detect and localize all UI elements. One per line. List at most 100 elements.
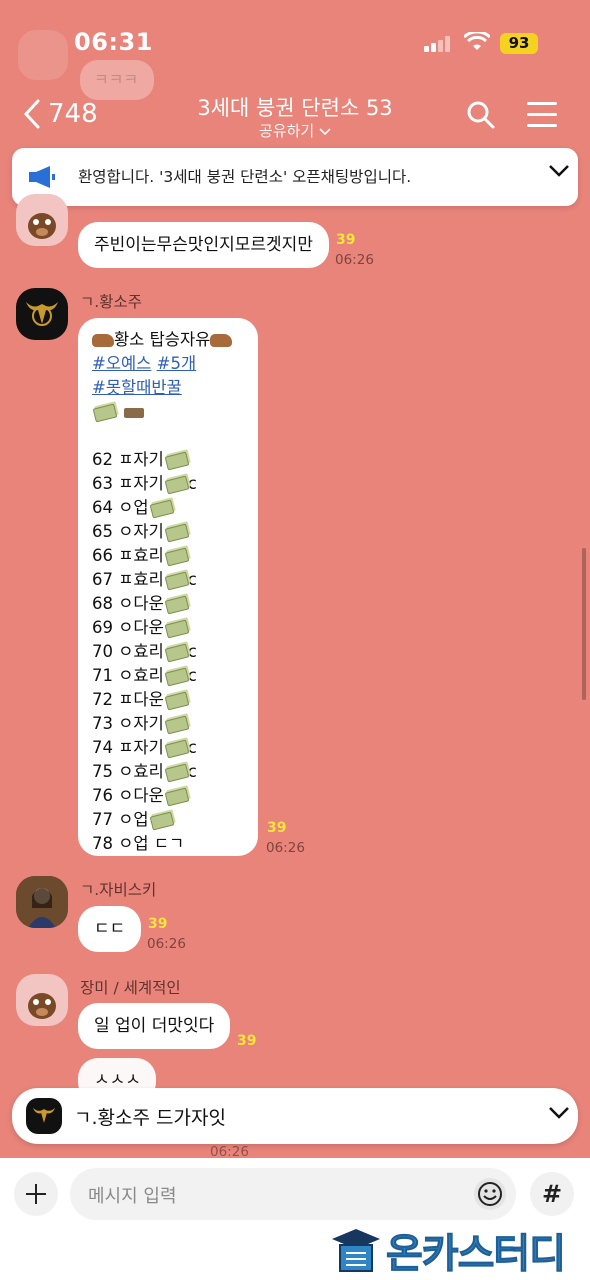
message-line: 76 ㅇ다운: [92, 784, 244, 808]
item-text: ㅍ효리: [118, 546, 164, 565]
money-emoji-icon: [164, 691, 190, 710]
bull-character-icon: [28, 993, 56, 1019]
sender-name: 장미 / 세계적인: [80, 979, 181, 997]
message-text: ㅅㅅㅅ: [94, 1070, 141, 1090]
money-emoji-icon: [164, 667, 190, 686]
background-avatar: [18, 30, 68, 80]
item-suffix: c: [187, 570, 197, 589]
avatar[interactable]: [16, 288, 68, 340]
item-text: ㅇ자기: [118, 714, 164, 733]
hashtag-link[interactable]: #5개: [157, 354, 197, 373]
money-emoji-icon: [164, 643, 190, 662]
money-emoji-icon: [149, 811, 174, 830]
item-text: ㅍ자기: [118, 450, 164, 469]
message-line: 69 ㅇ다운: [92, 616, 244, 640]
item-text: ㅇ업: [118, 810, 149, 829]
graduation-cap-icon: [332, 1229, 380, 1272]
item-number: 70: [92, 642, 113, 661]
item-text: ㅍ자기: [118, 474, 164, 493]
item-suffix: c: [187, 666, 197, 685]
message-bubble[interactable]: 황소 탑승자유 #오예스 #5개 #못할때반꿀 62 ㅍ자기 63 ㅍ자기 c 64 …: [78, 318, 258, 856]
hashtag-link[interactable]: #못할때반꿀: [92, 378, 182, 397]
cow-emoji-icon: [92, 334, 114, 347]
cow-emoji-icon: [210, 334, 233, 347]
message-line: 70 ㅇ효리 c: [92, 640, 244, 664]
message-line: #오예스 #5개: [92, 352, 244, 376]
emoticon-icon[interactable]: [472, 1176, 508, 1212]
item-number: 62: [92, 450, 113, 469]
hashtag-search-button[interactable]: #: [530, 1172, 574, 1216]
chevron-down-icon[interactable]: [548, 164, 570, 178]
money-emoji-icon: [164, 547, 190, 566]
avatar[interactable]: [16, 194, 68, 246]
bull-logo-icon: [32, 1107, 56, 1123]
item-number: 65: [92, 522, 113, 541]
message-line: 71 ㅇ효리 c: [92, 664, 244, 688]
notice-banner[interactable]: 환영합니다. '3세대 붕권 단련소' 오픈채팅방입니다.: [12, 148, 578, 206]
message-line: 63 ㅍ자기 c: [92, 472, 244, 496]
item-number: 73: [92, 714, 113, 733]
cellular-signal-icon: [424, 36, 452, 52]
item-text: ㅇ효리: [118, 666, 164, 685]
item-number: 74: [92, 738, 113, 757]
message-input[interactable]: 메시지 입력: [70, 1168, 516, 1220]
item-text: ㅍ자기: [118, 738, 164, 757]
battery-indicator: 93: [500, 33, 538, 54]
share-button[interactable]: 공유하기: [0, 120, 590, 141]
watermark-text: 온카스터디: [386, 1231, 567, 1278]
item-number: 72: [92, 690, 113, 709]
money-emoji-icon: [92, 403, 118, 422]
message-line: 73 ㅇ자기: [92, 712, 244, 736]
money-emoji-icon: [164, 787, 190, 806]
unread-count: 39: [336, 232, 356, 248]
input-area: 메시지 입력 # 온카스터디: [0, 1158, 590, 1280]
menu-icon[interactable]: [527, 102, 557, 135]
message-line: 67 ㅍ효리 c: [92, 568, 244, 592]
message-text: 주빈이는무슨맛인지모르겟지만: [94, 235, 313, 255]
item-text: ㅇ다운: [118, 786, 164, 805]
item-number: 67: [92, 570, 113, 589]
item-text: ㅍ다운: [118, 690, 164, 709]
bull-character-icon: [28, 213, 56, 239]
avatar[interactable]: [16, 876, 68, 928]
item-suffix: c: [187, 738, 197, 757]
message-line: 66 ㅍ효리: [92, 544, 244, 568]
item-text: ㅇ자기: [118, 522, 164, 541]
sender-name: ㄱ.황소주: [80, 293, 142, 311]
pinned-message-bar[interactable]: ㄱ.황소주 드가자잇: [12, 1088, 578, 1144]
chevron-down-icon[interactable]: [548, 1106, 570, 1120]
message-line: #못할때반꿀: [92, 376, 244, 400]
message-line: 62 ㅍ자기: [92, 448, 244, 472]
message-line-blank: [92, 424, 244, 448]
message-bubble[interactable]: 일 업이 더맛잇다: [78, 1003, 231, 1049]
hashtag-link[interactable]: #오예스: [92, 354, 151, 373]
search-icon[interactable]: [466, 100, 496, 130]
item-number: 63: [92, 474, 113, 493]
pistol-emoji-icon: [124, 407, 144, 418]
watermark: 온카스터디: [330, 1222, 567, 1278]
money-emoji-icon: [164, 475, 190, 494]
message-time: 06:26: [266, 840, 305, 856]
message-bubble[interactable]: 주빈이는무슨맛인지모르겟지만: [78, 222, 329, 268]
megaphone-icon: [29, 166, 55, 188]
profile-photo-icon: [16, 876, 68, 928]
money-emoji-icon: [164, 571, 190, 590]
item-number: 77: [92, 810, 113, 829]
money-emoji-icon: [164, 619, 190, 638]
money-emoji-icon: [164, 763, 190, 782]
message-line: 78 ㅇ업 ㄷㄱ: [92, 834, 185, 853]
message-line: 68 ㅇ다운: [92, 592, 244, 616]
add-attachment-button[interactable]: [14, 1172, 58, 1216]
message-time: 06:26: [335, 252, 374, 268]
money-emoji-icon: [164, 715, 190, 734]
scrollbar[interactable]: [582, 548, 586, 700]
money-emoji-icon: [149, 499, 174, 518]
message-bubble[interactable]: ㄷㄷ: [78, 906, 142, 952]
item-suffix: c: [187, 762, 197, 781]
money-emoji-icon: [164, 739, 190, 758]
avatar[interactable]: [16, 974, 68, 1026]
message-line: 72 ㅍ다운: [92, 688, 244, 712]
item-text: ㅇ다운: [118, 618, 164, 637]
item-number: 66: [92, 546, 113, 565]
chevron-down-icon: [319, 127, 331, 135]
